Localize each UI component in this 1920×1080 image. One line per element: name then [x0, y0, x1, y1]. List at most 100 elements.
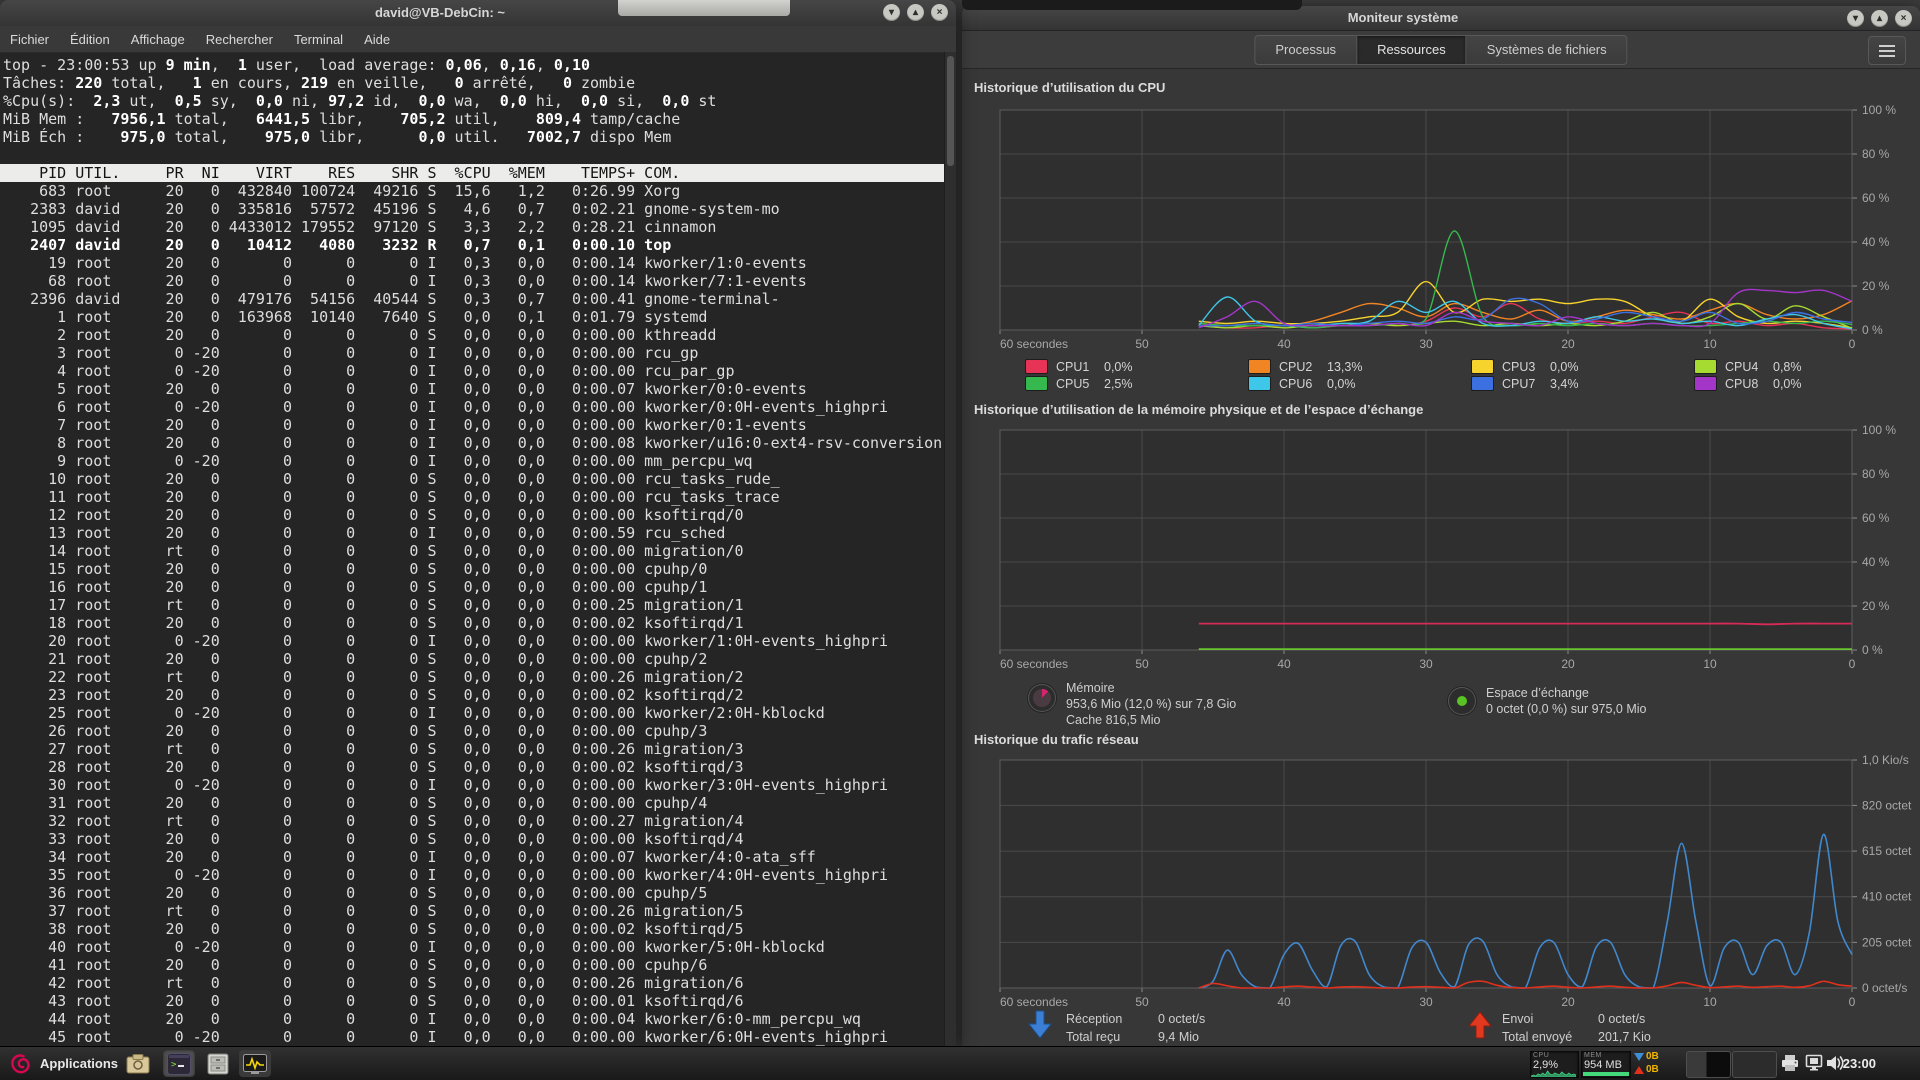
taskbar: Applications >	[0, 1046, 1920, 1080]
table-row: 2383 david 20 0 335816 57572 45196 S 4,6…	[0, 200, 945, 218]
svg-text:10: 10	[1703, 657, 1717, 671]
tab-systemes-de-fichiers[interactable]: Systèmes de fichiers	[1467, 35, 1628, 65]
system-monitor-button[interactable]	[239, 1050, 271, 1077]
table-row: 33 root 20 0 0 0 0 S 0,0 0,0 0:00.00 kso…	[0, 830, 945, 848]
table-row: 11 root 20 0 0 0 0 S 0,0 0,0 0:00.00 rcu…	[0, 488, 945, 506]
cpu-applet[interactable]: CPU 2,9%	[1530, 1051, 1579, 1078]
table-row: 45 root 0 -20 0 0 0 I 0,0 0,0 0:00.00 kw…	[0, 1028, 945, 1046]
svg-text:80 %: 80 %	[1862, 467, 1890, 481]
menu-button[interactable]	[1868, 36, 1906, 65]
legend-item-cpu3: CPU30,0%	[1471, 358, 1694, 375]
menu-item-edition[interactable]: Édition	[70, 32, 110, 47]
table-row: 1095 david 20 0 4433012 179552 97120 S 3…	[0, 218, 945, 236]
menu-item-aide[interactable]: Aide	[364, 32, 390, 47]
svg-text:0: 0	[1849, 995, 1856, 1009]
terminal-app-button[interactable]: >	[163, 1050, 195, 1077]
terminal-scrollbar[interactable]	[944, 52, 956, 1047]
screenshot-tool-button[interactable]	[122, 1050, 154, 1077]
svg-text:20: 20	[1561, 657, 1575, 671]
table-row: 19 root 20 0 0 0 0 I 0,3 0,0 0:00.14 kwo…	[0, 254, 945, 272]
table-row: 40 root 0 -20 0 0 0 I 0,0 0,0 0:00.00 kw…	[0, 938, 945, 956]
svg-text:60 %: 60 %	[1862, 191, 1890, 205]
table-row: 683 root 20 0 432840 100724 49216 S 15,6…	[0, 182, 945, 200]
debian-logo-icon[interactable]	[8, 1052, 32, 1076]
menu-item-terminal[interactable]: Terminal	[294, 32, 343, 47]
svg-text:0: 0	[1849, 337, 1856, 351]
window-list-item[interactable]	[1732, 1051, 1777, 1078]
terminal-window-buttons: ▾ ▴ ×	[883, 4, 948, 21]
desktop: david@VB-DebCin: ~ ▾ ▴ × Fichier Édition A…	[0, 0, 1920, 1080]
table-row: 10 root 20 0 0 0 0 S 0,0 0,0 0:00.00 rcu…	[0, 470, 945, 488]
legend-item-cpu4: CPU40,8%	[1694, 358, 1917, 375]
window-list-item[interactable]	[1686, 1051, 1731, 1078]
received-total: 9,4 Mio	[1158, 1030, 1199, 1044]
table-row: 38 root 20 0 0 0 0 S 0,0 0,0 0:00.02 kso…	[0, 920, 945, 938]
display-network-icon[interactable]	[1805, 1054, 1823, 1072]
table-row: 25 root 0 -20 0 0 0 I 0,0 0,0 0:00.00 kw…	[0, 704, 945, 722]
file-manager-button[interactable]	[202, 1050, 234, 1077]
tab-ressources[interactable]: Ressources	[1357, 35, 1467, 65]
terminal-menubar: Fichier Édition Affichage Rechercher Termina…	[0, 26, 956, 53]
svg-text:80 %: 80 %	[1862, 147, 1890, 161]
table-row: 37 root rt 0 0 0 0 S 0,0 0,0 0:00.26 mig…	[0, 902, 945, 920]
table-row: 42 root rt 0 0 0 0 S 0,0 0,0 0:00.26 mig…	[0, 974, 945, 992]
tab-processus[interactable]: Processus	[1254, 35, 1357, 65]
legend-item-cpu8: CPU80,0%	[1694, 375, 1917, 392]
terminal-output[interactable]: top - 23:00:53 up 9 min, 1 user, load av…	[0, 52, 945, 1047]
table-row: 3 root 0 -20 0 0 0 I 0,0 0,0 0:00.00 rcu…	[0, 344, 945, 362]
svg-text:>: >	[171, 1060, 177, 1070]
minimize-icon[interactable]: ▾	[1847, 10, 1864, 27]
svg-text:100 %: 100 %	[1862, 103, 1896, 117]
table-row: 35 root 0 -20 0 0 0 I 0,0 0,0 0:00.00 kw…	[0, 866, 945, 884]
memory-applet[interactable]: MEM 954 MB	[1581, 1051, 1631, 1078]
close-icon[interactable]: ×	[1895, 10, 1912, 27]
top-summary-line-1: top - 23:00:53 up 9 min, 1 user, load av…	[0, 56, 945, 74]
file-cabinet-icon	[207, 1053, 229, 1075]
printer-icon[interactable]	[1781, 1054, 1799, 1072]
menu-item-fichier[interactable]: Fichier	[10, 32, 49, 47]
svg-text:30: 30	[1419, 657, 1433, 671]
top-summary-line-4: MiB Mem : 7956,1 total, 6441,5 libr, 705…	[0, 110, 945, 128]
svg-text:20: 20	[1561, 995, 1575, 1009]
close-icon[interactable]: ×	[931, 4, 948, 21]
svg-text:40: 40	[1277, 995, 1291, 1009]
screenshot-tool-icon	[126, 1054, 150, 1074]
svg-text:60 secondes: 60 secondes	[1000, 657, 1068, 671]
terminal-titlebar[interactable]: david@VB-DebCin: ~ ▾ ▴ ×	[0, 0, 956, 27]
table-row: 15 root 20 0 0 0 0 S 0,0 0,0 0:00.00 cpu…	[0, 560, 945, 578]
top-summary-line-5: MiB Éch : 975,0 total, 975,0 libr, 0,0 u…	[0, 128, 945, 146]
table-row: 12 root 20 0 0 0 0 S 0,0 0,0 0:00.00 kso…	[0, 506, 945, 524]
menu-item-affichage[interactable]: Affichage	[131, 32, 185, 47]
cpu-legend: CPU10,0%CPU213,3%CPU30,0%CPU40,8%CPU52,5…	[1025, 358, 1905, 392]
swap-label: Espace d’échange	[1486, 685, 1647, 701]
memory-cache: Cache 816,5 Mio	[1066, 712, 1236, 728]
maximize-icon[interactable]: ▴	[1871, 10, 1888, 27]
scrollbar-thumb[interactable]	[947, 56, 954, 166]
table-row: 13 root 20 0 0 0 0 I 0,0 0,0 0:00.59 rcu…	[0, 524, 945, 542]
receive-label: Réception	[1066, 1010, 1158, 1028]
table-row: 8 root 20 0 0 0 0 I 0,0 0,0 0:00.08 kwor…	[0, 434, 945, 452]
table-row: 14 root rt 0 0 0 0 S 0,0 0,0 0:00.00 mig…	[0, 542, 945, 560]
svg-text:60 %: 60 %	[1862, 511, 1890, 525]
minimize-icon[interactable]: ▾	[883, 4, 900, 21]
legend-item-cpu1: CPU10,0%	[1025, 358, 1248, 375]
table-row: 9 root 0 -20 0 0 0 I 0,0 0,0 0:00.00 mm_…	[0, 452, 945, 470]
svg-text:10: 10	[1703, 337, 1717, 351]
network-applet[interactable]: 0B 0B	[1634, 1050, 1664, 1076]
clock[interactable]: 23:00	[1843, 1047, 1876, 1080]
menu-item-rechercher[interactable]: Rechercher	[206, 32, 273, 47]
svg-text:40 %: 40 %	[1862, 555, 1890, 569]
network-history-chart: 60 secondes504030201001,0 Kio/s820 octet…	[992, 752, 1912, 1014]
sent-total: 201,7 Kio	[1598, 1030, 1651, 1044]
legend-swatch	[1694, 359, 1717, 374]
memory-section-title: Historique d’utilisation de la mémoire p…	[974, 402, 1423, 417]
receive-rate: 0 octet/s	[1158, 1012, 1205, 1026]
memory-applet-label: MEM	[1584, 1052, 1602, 1059]
table-row: 4 root 0 -20 0 0 0 I 0,0 0,0 0:00.00 rcu…	[0, 362, 945, 380]
applications-menu[interactable]: Applications	[40, 1047, 118, 1080]
svg-text:20: 20	[1561, 337, 1575, 351]
cpu-section-title: Historique d’utilisation du CPU	[974, 80, 1165, 95]
table-row: 22 root rt 0 0 0 0 S 0,0 0,0 0:00.26 mig…	[0, 668, 945, 686]
legend-swatch	[1694, 376, 1717, 391]
maximize-icon[interactable]: ▴	[907, 4, 924, 21]
